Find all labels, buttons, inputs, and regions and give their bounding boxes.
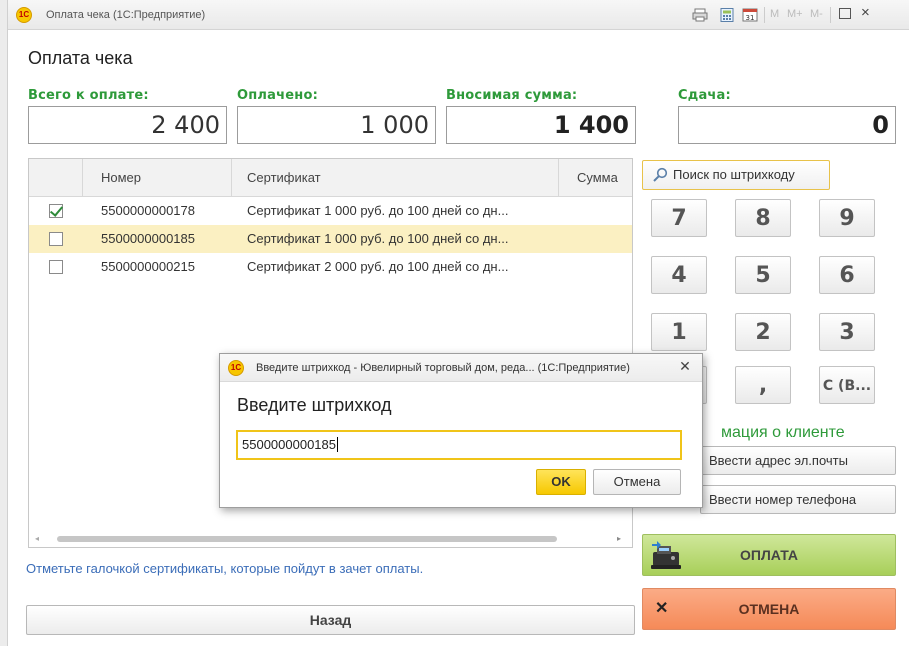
change-label: Сдача: <box>678 88 731 103</box>
table-row[interactable]: 5500000000215 Сертификат 2 000 руб. до 1… <box>29 253 632 281</box>
scrollbar-thumb[interactable] <box>57 536 557 542</box>
row-certificate: Сертификат 1 000 руб. до 100 дней со дн.… <box>247 231 509 246</box>
calendar-icon[interactable]: 31 <box>742 8 758 22</box>
cancel-payment-label: ОТМЕНА <box>738 601 800 617</box>
row-number: 5500000000185 <box>101 231 195 246</box>
barcode-input-value: 5500000000185 <box>242 437 336 452</box>
column-separator <box>82 159 83 197</box>
deposit-label: Вносимая сумма: <box>446 88 578 103</box>
row-sum <box>577 197 627 225</box>
key-8[interactable]: 8 <box>735 199 791 237</box>
dialog-title: Введите штрихкод - Ювелирный торговый до… <box>256 362 630 374</box>
column-separator <box>231 159 232 197</box>
pay-button-label: ОПЛАТА <box>740 547 798 563</box>
text-cursor <box>337 437 338 452</box>
row-certificate: Сертификат 2 000 руб. до 100 дней со дн.… <box>247 259 509 274</box>
1c-logo-icon: 1С <box>16 7 32 23</box>
window-title: Оплата чека (1С:Предприятие) <box>46 9 206 21</box>
window-left-border <box>0 0 8 646</box>
total-label: Всего к оплате: <box>28 88 149 103</box>
column-header-sum[interactable]: Сумма <box>577 159 618 197</box>
dialog-titlebar: 1С Введите штрихкод - Ювелирный торговый… <box>220 354 702 382</box>
close-icon[interactable]: × <box>861 4 870 21</box>
print-icon[interactable] <box>692 8 708 22</box>
row-sum <box>577 253 627 281</box>
row-checkbox[interactable] <box>49 232 63 246</box>
row-checkbox[interactable] <box>49 260 63 274</box>
barcode-search-label: Поиск по штрихкоду <box>673 167 795 182</box>
total-field: 2 400 <box>28 106 227 144</box>
cash-register-icon <box>651 541 681 569</box>
dialog-close-icon[interactable]: ✕ <box>676 358 694 375</box>
column-header-certificate[interactable]: Сертификат <box>247 159 321 197</box>
memory-button[interactable]: M <box>770 8 779 20</box>
toolbar-separator <box>830 7 831 23</box>
memory-plus-button[interactable]: M+ <box>787 8 803 20</box>
key-9[interactable]: 9 <box>819 199 875 237</box>
paid-field: 1 000 <box>237 106 436 144</box>
calculator-icon[interactable] <box>719 8 735 22</box>
cancel-payment-button[interactable]: ✕ ОТМЕНА <box>642 588 896 630</box>
row-checkbox[interactable] <box>49 204 63 218</box>
page-title: Оплата чека <box>28 48 133 68</box>
deposit-field[interactable]: 1 400 <box>446 106 636 144</box>
row-certificate: Сертификат 1 000 руб. до 100 дней со дн.… <box>247 203 509 218</box>
maximize-icon[interactable] <box>839 8 851 19</box>
barcode-search-button[interactable]: Поиск по штрихкоду <box>642 160 830 190</box>
cancel-x-icon: ✕ <box>655 600 669 617</box>
column-separator <box>558 159 559 197</box>
back-button[interactable]: Назад <box>26 605 635 635</box>
memory-minus-button[interactable]: M- <box>810 8 823 20</box>
key-comma[interactable]: , <box>735 366 791 404</box>
enter-email-button[interactable]: Ввести адрес эл.почты <box>700 446 896 475</box>
ok-button[interactable]: OK <box>536 469 586 495</box>
client-info-label: мация о клиенте <box>721 424 845 441</box>
barcode-input[interactable]: 5500000000185 <box>236 430 682 460</box>
column-header-number[interactable]: Номер <box>101 159 141 197</box>
paid-label: Оплачено: <box>237 88 318 103</box>
key-1[interactable]: 1 <box>651 313 707 351</box>
key-clear[interactable]: С (В... <box>819 366 875 404</box>
horizontal-scrollbar[interactable]: ◂ ▸ <box>29 531 632 547</box>
row-sum <box>577 225 627 253</box>
key-2[interactable]: 2 <box>735 313 791 351</box>
key-4[interactable]: 4 <box>651 256 707 294</box>
toolbar-separator <box>764 7 765 23</box>
scroll-right-icon[interactable]: ▸ <box>617 534 621 543</box>
search-icon <box>653 167 668 182</box>
svg-text:31: 31 <box>746 14 755 22</box>
1c-logo-icon: 1С <box>228 360 244 376</box>
key-5[interactable]: 5 <box>735 256 791 294</box>
hint-text: Отметьте галочкой сертификаты, которые п… <box>26 561 424 576</box>
pay-button[interactable]: ОПЛАТА <box>642 534 896 576</box>
key-6[interactable]: 6 <box>819 256 875 294</box>
key-3[interactable]: 3 <box>819 313 875 351</box>
table-row[interactable]: 5500000000178 Сертификат 1 000 руб. до 1… <box>29 197 632 225</box>
dialog-cancel-button[interactable]: Отмена <box>593 469 681 495</box>
change-field: 0 <box>678 106 896 144</box>
table-row-selected[interactable]: 5500000000185 Сертификат 1 000 руб. до 1… <box>29 225 632 253</box>
row-number: 5500000000178 <box>101 203 195 218</box>
enter-phone-button[interactable]: Ввести номер телефона <box>700 485 896 514</box>
table-header: Номер Сертификат Сумма <box>29 159 632 197</box>
dialog-heading: Введите штрихкод <box>237 395 392 415</box>
scroll-left-icon[interactable]: ◂ <box>35 534 39 543</box>
row-number: 5500000000215 <box>101 259 195 274</box>
barcode-dialog: 1С Введите штрихкод - Ювелирный торговый… <box>219 353 703 508</box>
window-titlebar: 1С Оплата чека (1С:Предприятие) 31 M M+ … <box>8 0 909 30</box>
key-7[interactable]: 7 <box>651 199 707 237</box>
